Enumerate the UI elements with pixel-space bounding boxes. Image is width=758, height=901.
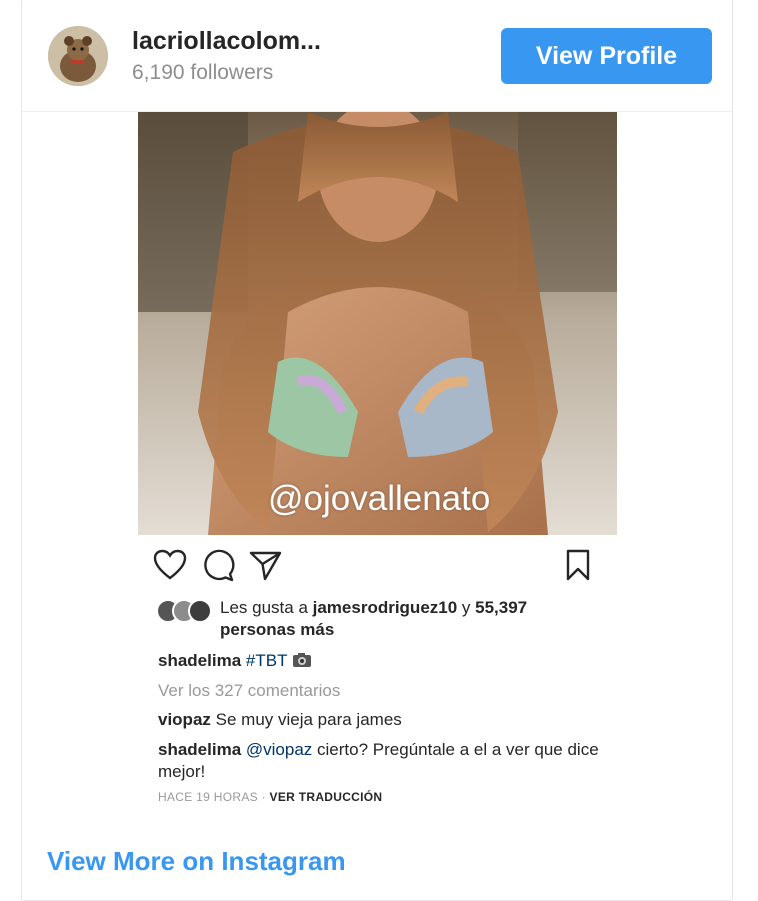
profile-avatar[interactable] (48, 26, 108, 86)
comment-mention[interactable]: @viopaz (246, 740, 312, 759)
comment-item: shadelima @viopaz cierto? Pregúntale a e… (158, 739, 608, 783)
liker-username[interactable]: jamesrodriguez10 (313, 598, 458, 617)
comment-item: viopaz Se muy vieja para james (158, 710, 402, 730)
comment-text: Se muy vieja para james (215, 710, 402, 729)
likes-text: Les gusta a jamesrodriguez10 y 55,397 pe… (220, 597, 620, 641)
heart-icon[interactable] (152, 547, 188, 583)
follower-count: 6,190 followers (132, 61, 274, 84)
view-more-link[interactable]: View More on Instagram (47, 846, 346, 877)
likes-suffix[interactable]: personas más (220, 620, 334, 639)
camera-emoji-icon (292, 651, 312, 670)
post-actions (152, 547, 602, 587)
post-meta: HACE 19 HORAS · VER TRADUCCIÓN (158, 790, 382, 804)
caption-username[interactable]: shadelima (158, 651, 241, 670)
photo-watermark: @ojovallenato (268, 479, 491, 518)
view-profile-button[interactable]: View Profile (501, 28, 712, 84)
post-caption: shadelima #TBT (158, 651, 312, 671)
profile-username[interactable]: lacriollacolom... (132, 27, 321, 56)
comment-username[interactable]: viopaz (158, 710, 211, 729)
likes-count[interactable]: 55,397 (475, 598, 527, 617)
liker-avatars (156, 599, 214, 623)
share-icon[interactable] (248, 547, 284, 583)
instagram-embed-card: lacriollacolom... 6,190 followers View P… (21, 0, 733, 901)
embed-header: lacriollacolom... 6,190 followers View P… (22, 0, 732, 112)
post-photo[interactable]: @ojovallenato (138, 112, 617, 535)
likes-prefix: Les gusta a (220, 598, 313, 617)
comment-icon[interactable] (200, 547, 236, 583)
likes-middle: y (457, 598, 476, 617)
bookmark-icon[interactable] (560, 547, 596, 583)
post-timestamp: HACE 19 HORAS (158, 790, 258, 804)
comment-username[interactable]: shadelima (158, 740, 241, 759)
caption-hashtag[interactable]: #TBT (246, 651, 287, 670)
translate-link[interactable]: VER TRADUCCIÓN (270, 790, 383, 804)
meta-separator: · (257, 790, 270, 804)
view-comments-link[interactable]: Ver los 327 comentarios (158, 681, 340, 701)
